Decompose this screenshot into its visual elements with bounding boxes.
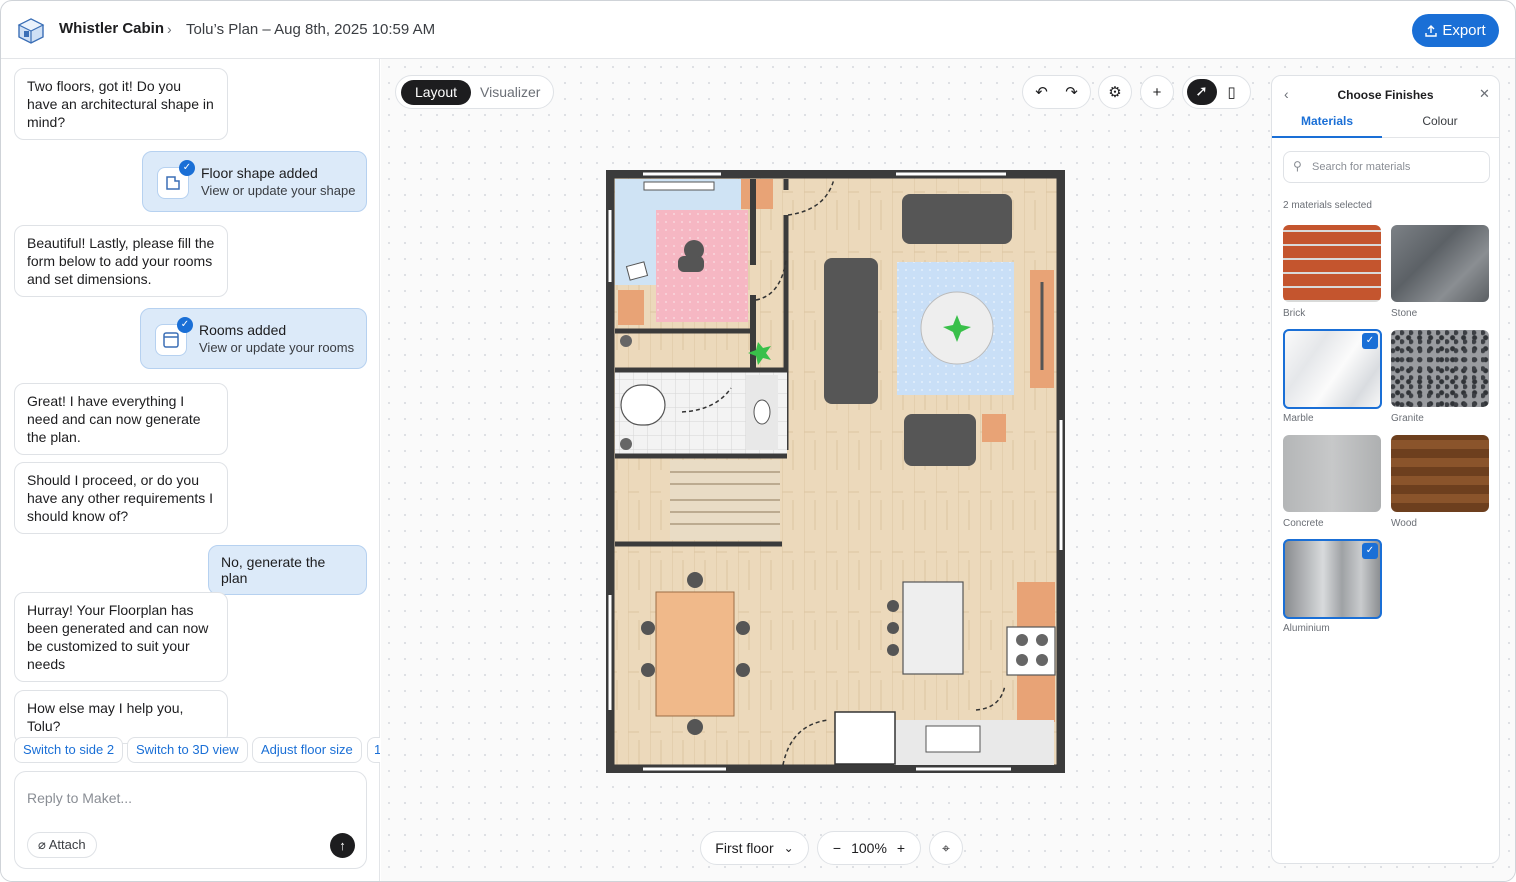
- active-tab-indicator: [1272, 136, 1382, 138]
- tab-layout[interactable]: Layout: [401, 80, 471, 105]
- suggestion-chip[interactable]: Adjust floor size: [252, 737, 362, 763]
- attach-label: Attach: [48, 837, 86, 852]
- check-icon: ✓: [177, 317, 193, 333]
- assistant-message: Should I proceed, or do you have any oth…: [14, 462, 228, 534]
- material-concrete[interactable]: [1283, 435, 1381, 512]
- top-bar: Whistler Cabin › Tolu’s Plan – Aug 8th, …: [1, 1, 1515, 59]
- crosshair-icon: ⌖: [942, 839, 950, 856]
- material-label: Granite: [1391, 413, 1424, 424]
- finishes-title: Choose Finishes: [1337, 88, 1434, 102]
- attach-button[interactable]: ⌀ Attach: [27, 832, 97, 858]
- check-icon: ✓: [179, 160, 195, 176]
- user-message: No, generate the plan: [208, 545, 367, 595]
- plus-icon: +: [1152, 83, 1162, 101]
- recenter-button[interactable]: ⌖: [929, 831, 963, 865]
- ruler-icon[interactable]: ▯: [1217, 83, 1247, 101]
- gear-icon: ⚙: [1108, 84, 1122, 101]
- card-subtitle: View or update your shape: [201, 183, 356, 198]
- undo-icon[interactable]: ↶: [1027, 83, 1057, 101]
- view-mode-toggle[interactable]: Layout Visualizer: [395, 75, 554, 109]
- assistant-message: Two floors, got it! Do you have an archi…: [14, 68, 228, 140]
- undo-redo-group: ↶ ↷: [1022, 75, 1091, 109]
- project-name[interactable]: Whistler Cabin: [59, 20, 164, 37]
- pointer-icon[interactable]: ➚: [1186, 79, 1217, 105]
- chat-panel: Two floors, got it! Do you have an archi…: [1, 59, 380, 881]
- tab-visualizer[interactable]: Visualizer: [480, 80, 540, 105]
- assistant-message: How else may I help you, Tolu?: [14, 690, 228, 744]
- reply-box[interactable]: Reply to Maket... ⌀ Attach ↑: [14, 771, 367, 869]
- send-button[interactable]: ↑: [330, 833, 355, 858]
- add-button[interactable]: +: [1140, 75, 1174, 109]
- check-icon: ✓: [1362, 543, 1378, 559]
- material-aluminium[interactable]: ✓: [1283, 539, 1382, 619]
- finishes-panel: ‹ Choose Finishes ✕ Materials Colour ⚲ S…: [1271, 75, 1500, 864]
- assistant-message: Beautiful! Lastly, please fill the form …: [14, 225, 228, 297]
- zoom-control: − 100% +: [817, 831, 921, 865]
- material-wood[interactable]: [1391, 435, 1489, 512]
- card-title: Rooms added: [199, 322, 287, 338]
- finishes-tabs: Materials Colour: [1272, 114, 1499, 138]
- suggestion-chip[interactable]: Switch to side 2: [14, 737, 124, 763]
- material-stone[interactable]: [1391, 225, 1489, 302]
- app-logo-icon[interactable]: [17, 17, 45, 45]
- chevron-right-icon: ›: [167, 21, 172, 37]
- material-label: Marble: [1283, 413, 1314, 424]
- suggestion-chip[interactable]: Switch to 3D view: [127, 737, 248, 763]
- material-search[interactable]: ⚲ Search for materials: [1283, 151, 1490, 183]
- redo-icon[interactable]: ↷: [1057, 83, 1087, 101]
- floor-select[interactable]: First floor ⌄: [700, 831, 809, 865]
- material-label: Aluminium: [1283, 623, 1330, 634]
- floor-plan[interactable]: [606, 170, 1065, 773]
- material-brick[interactable]: [1283, 225, 1381, 302]
- floor-select-label: First floor: [715, 840, 774, 856]
- tool-group: ➚ ▯: [1182, 75, 1251, 109]
- card-subtitle: View or update your rooms: [199, 340, 355, 355]
- paperclip-icon: ⌀: [38, 837, 46, 852]
- upload-icon: [1425, 24, 1438, 37]
- zoom-level: 100%: [851, 840, 887, 856]
- search-placeholder: Search for materials: [1312, 161, 1411, 173]
- check-icon: ✓: [1362, 333, 1378, 349]
- app-window: Whistler Cabin › Tolu’s Plan – Aug 8th, …: [0, 0, 1516, 882]
- material-label: Stone: [1391, 308, 1418, 319]
- export-button[interactable]: Export: [1412, 14, 1499, 47]
- floor-shape-card[interactable]: ✓ Floor shape added View or update your …: [142, 151, 367, 212]
- settings-button[interactable]: ⚙: [1098, 75, 1132, 109]
- close-icon[interactable]: ✕: [1479, 86, 1490, 102]
- material-label: Wood: [1391, 518, 1417, 529]
- search-icon: ⚲: [1293, 159, 1302, 173]
- material-marble[interactable]: ✓: [1283, 329, 1382, 409]
- tab-colour[interactable]: Colour: [1392, 114, 1488, 128]
- tab-materials[interactable]: Materials: [1272, 114, 1382, 128]
- export-label: Export: [1442, 22, 1486, 39]
- card-title: Floor shape added: [201, 165, 318, 181]
- suggestion-chip[interactable]: 1: [367, 737, 380, 763]
- material-label: Brick: [1283, 308, 1306, 319]
- zoom-in-icon[interactable]: +: [897, 840, 905, 856]
- rooms-card[interactable]: ✓ Rooms added View or update your rooms: [140, 308, 367, 369]
- assistant-message: Great! I have everything I need and can …: [14, 383, 228, 455]
- selected-count: 2 materials selected: [1283, 200, 1372, 211]
- plan-breadcrumb[interactable]: Tolu’s Plan – Aug 8th, 2025 10:59 AM: [186, 21, 435, 38]
- reply-input[interactable]: Reply to Maket...: [27, 790, 132, 806]
- assistant-message: Hurray! Your Floorplan has been generate…: [14, 592, 228, 682]
- chevron-down-icon: ⌄: [783, 841, 794, 855]
- material-granite[interactable]: [1391, 330, 1489, 407]
- zoom-out-icon[interactable]: −: [833, 840, 841, 856]
- material-label: Concrete: [1283, 518, 1324, 529]
